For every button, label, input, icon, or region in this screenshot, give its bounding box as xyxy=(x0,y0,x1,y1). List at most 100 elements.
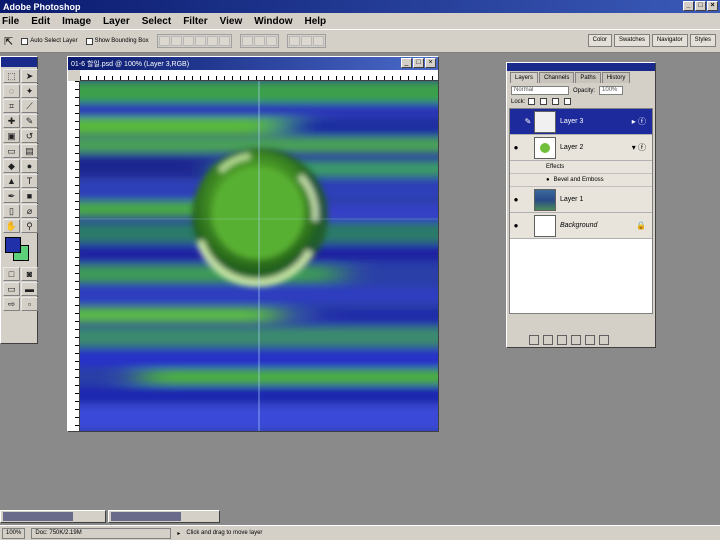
marquee-tool-icon[interactable]: ⬚ xyxy=(3,69,20,83)
document-title-bar[interactable]: 01-6 할일.psd @ 100% (Layer 3,RGB) _ □ × xyxy=(68,57,438,70)
crop-tool-icon[interactable]: ⌗ xyxy=(3,99,20,113)
add-layer-style-button[interactable] xyxy=(529,335,539,345)
align-bottom-button[interactable] xyxy=(182,36,194,46)
layer-row-layer-1[interactable]: ● Layer 1 xyxy=(510,187,652,213)
distribute-left-button[interactable] xyxy=(288,36,300,46)
jump-to-imageready-icon[interactable]: ⇨ xyxy=(3,297,20,311)
image-canvas[interactable] xyxy=(80,81,438,431)
shape-tool-icon[interactable]: ■ xyxy=(21,189,38,203)
doc-maximize-button[interactable]: □ xyxy=(413,58,424,68)
screen-mode-standard-icon[interactable]: ▭ xyxy=(3,282,20,296)
effects-icon[interactable]: ▸ ⓕ xyxy=(632,116,652,127)
distribute-vcenter-button[interactable] xyxy=(253,36,265,46)
checkbox-box[interactable] xyxy=(21,37,29,45)
standard-mode-icon[interactable]: □ xyxy=(3,267,20,281)
visibility-eye-icon[interactable]: ● xyxy=(510,221,522,230)
stamp-tool-icon[interactable]: ▣ xyxy=(3,129,20,143)
tab-layers[interactable]: Layers xyxy=(510,72,539,83)
vertical-ruler[interactable] xyxy=(68,81,80,431)
lock-all-checkbox[interactable] xyxy=(564,98,572,105)
document-info[interactable]: Doc: 750K/2.19M xyxy=(31,527,172,539)
palette-tab-swatches[interactable]: Swatches xyxy=(613,34,650,47)
notes-tool-icon[interactable]: ▯ xyxy=(3,204,20,218)
delete-layer-button[interactable] xyxy=(599,335,609,345)
layers-palette-header[interactable] xyxy=(507,63,655,71)
horizontal-ruler[interactable] xyxy=(80,70,438,81)
menu-select[interactable]: Select xyxy=(142,16,171,27)
history-brush-tool-icon[interactable]: ↺ xyxy=(21,129,38,143)
path-selection-tool-icon[interactable]: ▲ xyxy=(3,174,20,188)
move-tool-icon[interactable]: ➤ xyxy=(21,69,38,83)
effects-icon[interactable]: ▾ ⓕ xyxy=(632,142,652,153)
extra-tool-icon[interactable]: ▫ xyxy=(21,297,38,311)
visibility-eye-icon[interactable]: ● xyxy=(510,143,522,152)
palette-tab-navigator[interactable]: Navigator xyxy=(651,34,688,47)
lasso-tool-icon[interactable]: ◌ xyxy=(3,84,20,98)
quick-mask-mode-icon[interactable]: ◙ xyxy=(21,267,38,281)
eyedropper-tool-icon[interactable]: ⌀ xyxy=(21,204,38,218)
distribute-top-button[interactable] xyxy=(241,36,253,46)
new-set-button[interactable] xyxy=(557,335,567,345)
align-vcenter-button[interactable] xyxy=(170,36,182,46)
menu-edit[interactable]: Edit xyxy=(31,16,50,27)
auto-select-layer-checkbox[interactable]: Auto Select Layer xyxy=(21,37,78,45)
eraser-tool-icon[interactable]: ▭ xyxy=(3,144,20,158)
tab-history[interactable]: History xyxy=(601,72,631,83)
menu-view[interactable]: View xyxy=(220,16,243,27)
toolbox-header[interactable] xyxy=(1,57,37,67)
lock-position-checkbox[interactable] xyxy=(552,98,560,105)
doc-close-button[interactable]: × xyxy=(425,58,436,68)
menu-filter[interactable]: Filter xyxy=(183,16,207,27)
distribute-hcenter-button[interactable] xyxy=(300,36,312,46)
effects-row[interactable]: Effects xyxy=(510,161,652,174)
visibility-eye-icon[interactable]: ● xyxy=(510,195,522,204)
effect-eye-icon[interactable]: ● xyxy=(546,177,550,183)
new-layer-button[interactable] xyxy=(585,335,595,345)
minimized-window-1[interactable] xyxy=(0,510,106,523)
checkbox-box[interactable] xyxy=(85,37,93,45)
screen-mode-full-icon[interactable]: ▬ xyxy=(21,282,38,296)
menu-image[interactable]: Image xyxy=(62,16,91,27)
foreground-color-swatch[interactable] xyxy=(5,237,21,253)
brush-icon[interactable]: ✎ xyxy=(522,117,534,126)
opacity-input[interactable]: 100% xyxy=(599,86,624,95)
distribute-right-button[interactable] xyxy=(312,36,324,46)
hand-tool-icon[interactable]: ✋ xyxy=(3,219,20,233)
blur-tool-icon[interactable]: ◆ xyxy=(3,159,20,173)
new-adjustment-layer-button[interactable] xyxy=(571,335,581,345)
status-arrow-icon[interactable]: ▸ xyxy=(177,530,180,537)
zoom-tool-icon[interactable]: ⚲ xyxy=(21,219,38,233)
tab-channels[interactable]: Channels xyxy=(539,72,575,83)
slice-tool-icon[interactable]: ⟋ xyxy=(21,99,38,113)
menu-layer[interactable]: Layer xyxy=(103,16,130,27)
dodge-tool-icon[interactable]: ● xyxy=(21,159,38,173)
minimize-button[interactable]: _ xyxy=(683,1,694,11)
layer-row-layer-3[interactable]: ✎ Layer 3 ▸ ⓕ xyxy=(510,109,652,135)
gradient-tool-icon[interactable]: ▤ xyxy=(21,144,38,158)
layer-row-layer-2[interactable]: ● Layer 2 ▾ ⓕ xyxy=(510,135,652,161)
add-mask-button[interactable] xyxy=(543,335,553,345)
palette-tab-color[interactable]: Color xyxy=(587,34,612,47)
healing-tool-icon[interactable]: ✚ xyxy=(3,114,20,128)
move-tool-icon[interactable]: ⇱ xyxy=(4,35,13,48)
pen-tool-icon[interactable]: ✒ xyxy=(3,189,20,203)
close-button[interactable]: × xyxy=(707,1,718,11)
bevel-emboss-row[interactable]: ● Bevel and Emboss xyxy=(510,174,652,187)
tab-paths[interactable]: Paths xyxy=(575,72,601,83)
lock-image-checkbox[interactable] xyxy=(540,98,548,105)
distribute-bottom-button[interactable] xyxy=(265,36,277,46)
zoom-level[interactable]: 100% xyxy=(2,527,26,539)
maximize-button[interactable]: □ xyxy=(695,1,706,11)
minimized-window-2[interactable] xyxy=(108,510,220,523)
align-right-button[interactable] xyxy=(218,36,230,46)
layer-row-background[interactable]: ● Background 🔒 xyxy=(510,213,652,239)
palette-tab-styles[interactable]: Styles xyxy=(689,34,716,47)
align-left-button[interactable] xyxy=(194,36,206,46)
align-hcenter-button[interactable] xyxy=(206,36,218,46)
show-bounding-box-checkbox[interactable]: Show Bounding Box xyxy=(85,37,149,45)
brush-tool-icon[interactable]: ✎ xyxy=(21,114,38,128)
magic-wand-tool-icon[interactable]: ✦ xyxy=(21,84,38,98)
blend-mode-select[interactable]: Normal xyxy=(511,86,569,95)
lock-transparency-checkbox[interactable] xyxy=(528,98,536,105)
menu-window[interactable]: Window xyxy=(254,16,292,27)
